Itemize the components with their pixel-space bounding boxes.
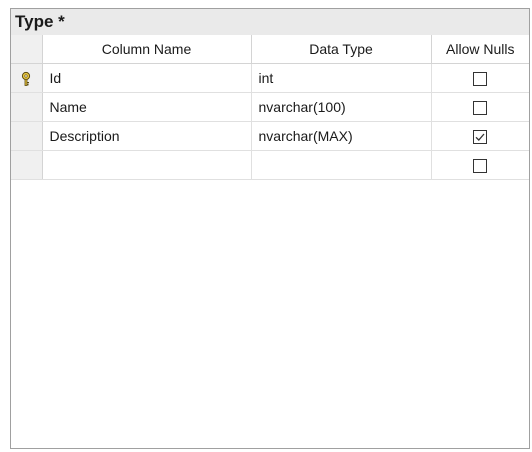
- header-row: Column Name Data Type Allow Nulls: [11, 35, 529, 64]
- column-name-cell[interactable]: Id: [42, 63, 252, 93]
- allow-nulls-checkbox[interactable]: [473, 101, 488, 116]
- allow-nulls-cell: [431, 63, 529, 93]
- data-type-cell[interactable]: int: [251, 63, 432, 93]
- allow-nulls-cell: [431, 92, 529, 122]
- row-selector[interactable]: [11, 150, 43, 180]
- table-row[interactable]: Name nvarchar(100): [11, 92, 529, 122]
- data-type-header[interactable]: Data Type: [251, 35, 432, 64]
- table-row[interactable]: Description nvarchar(MAX): [11, 121, 529, 151]
- column-name-header[interactable]: Column Name: [42, 35, 252, 64]
- data-type-cell[interactable]: nvarchar(MAX): [251, 121, 432, 151]
- checkmark-icon: [475, 133, 485, 142]
- column-name-cell[interactable]: [42, 150, 252, 180]
- allow-nulls-checkbox[interactable]: [473, 72, 488, 87]
- table-designer: Type * Column Name Data Type Allow Nulls: [10, 8, 530, 449]
- table-row[interactable]: Id int: [11, 63, 529, 93]
- column-name-cell[interactable]: Name: [42, 92, 252, 122]
- allow-nulls-cell: [431, 121, 529, 151]
- allow-nulls-header[interactable]: Allow Nulls: [431, 35, 529, 64]
- designer-title-bar: Type *: [11, 9, 529, 35]
- table-row[interactable]: [11, 150, 529, 180]
- allow-nulls-checkbox[interactable]: [473, 130, 488, 145]
- row-selector[interactable]: [11, 121, 43, 151]
- allow-nulls-cell: [431, 150, 529, 180]
- column-name-cell[interactable]: Description: [42, 121, 252, 151]
- row-selector[interactable]: [11, 92, 43, 122]
- row-selector-header: [11, 35, 43, 64]
- columns-grid: Column Name Data Type Allow Nulls Id int…: [11, 35, 529, 180]
- key-icon: [22, 71, 31, 86]
- allow-nulls-checkbox[interactable]: [473, 159, 488, 174]
- data-type-cell[interactable]: nvarchar(100): [251, 92, 432, 122]
- table-title: Type *: [15, 12, 65, 31]
- data-type-cell[interactable]: [251, 150, 432, 180]
- row-selector[interactable]: [11, 63, 43, 93]
